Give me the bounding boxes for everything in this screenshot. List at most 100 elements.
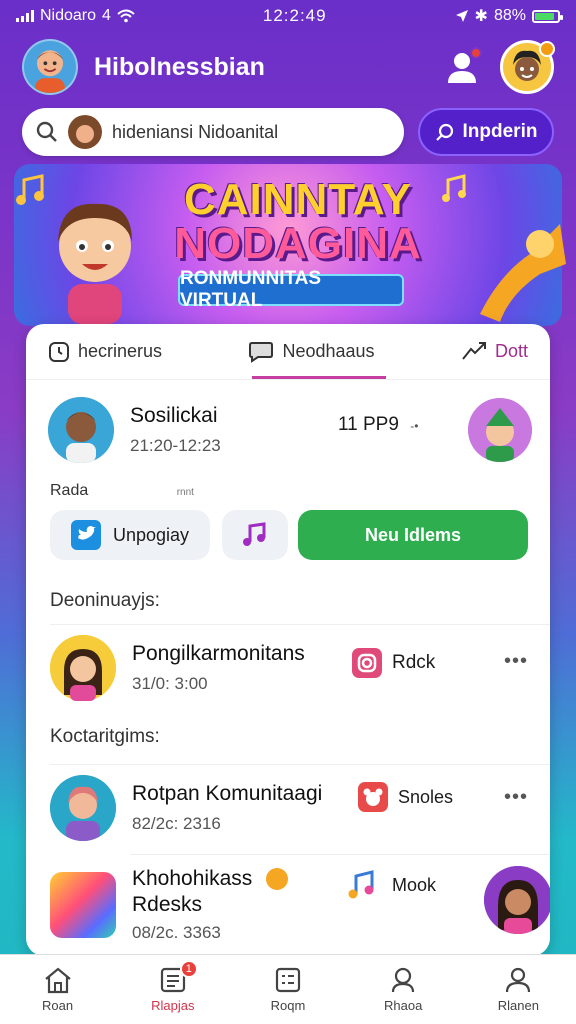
header-avatar[interactable] bbox=[22, 39, 78, 95]
status-time: 12:2:49 bbox=[262, 6, 327, 25]
active-tab-indicator bbox=[252, 376, 386, 379]
list-item[interactable]: Rotpan Komunitaagi 82/2c: 2316 Snoles ••… bbox=[26, 770, 550, 846]
list-item-tag-label: Mook bbox=[392, 874, 437, 895]
trumpet-icon bbox=[480, 224, 566, 322]
banner-character bbox=[40, 184, 150, 324]
status-bar: Nidoaro 4 12:2:49 ✱ 88% bbox=[0, 0, 576, 32]
search-icon bbox=[36, 121, 57, 142]
divider bbox=[130, 854, 550, 855]
profile-badge bbox=[539, 41, 555, 57]
event-meta-small: rnnt bbox=[176, 487, 194, 498]
battery-percent: 88% bbox=[493, 7, 526, 24]
list-item-name-line2: Rdesks bbox=[132, 893, 203, 916]
nav-label: Rhaoa bbox=[384, 998, 423, 1013]
list-item-tag: Rdck bbox=[352, 648, 435, 678]
divider bbox=[50, 764, 550, 765]
tab-bar: hecrinerus Neodhaaus Dott bbox=[26, 324, 550, 380]
share-icon bbox=[462, 341, 486, 360]
more-options-button[interactable]: ••• bbox=[504, 650, 528, 673]
bottom-nav: Roan 1 Rlapjas Roqm Rhaoa Rlanen bbox=[0, 954, 576, 1024]
tab-label: Dott bbox=[494, 341, 528, 361]
signal-icon bbox=[16, 10, 34, 22]
list-item-time: 31/0: 3:00 bbox=[132, 674, 208, 693]
notification-dot bbox=[470, 47, 482, 59]
banner-title: CAINNTAY NODAGINA bbox=[168, 178, 428, 266]
promo-banner[interactable]: CAINNTAY NODAGINA RONMUNNITAS VIRTUAL bbox=[0, 164, 576, 326]
join-event-label: Neu Idlems bbox=[364, 524, 462, 545]
nav-badge: 1 bbox=[179, 960, 198, 978]
divider bbox=[50, 624, 550, 625]
event-extra: 11 PP9 -• bbox=[338, 414, 418, 436]
join-button-label: Inpderin bbox=[462, 121, 538, 142]
list-item-name: Khohohikass bbox=[132, 867, 289, 891]
share-button[interactable]: Unpogiay bbox=[50, 510, 210, 560]
profile-avatar[interactable] bbox=[500, 40, 555, 94]
main-card: hecrinerus Neodhaaus Dott Sosilickai 21:… bbox=[26, 324, 550, 956]
event-row[interactable]: Sosilickai 21:20-12:23 11 PP9 -• bbox=[26, 392, 550, 468]
people-icon bbox=[392, 967, 415, 993]
event-name: Sosilickai bbox=[130, 404, 218, 427]
music-note-icon bbox=[348, 870, 374, 899]
bluetooth-icon: ✱ bbox=[474, 8, 488, 25]
bird-icon bbox=[70, 520, 101, 550]
location-icon bbox=[455, 10, 468, 22]
list-item-tag-label: Snoles bbox=[398, 786, 454, 807]
list-item-name-line1: Khohohikass bbox=[132, 867, 253, 890]
network-type: 4 bbox=[102, 7, 111, 24]
list-item-time: 08/2c. 3363 bbox=[132, 923, 221, 942]
tab-label: Neodhaaus bbox=[282, 341, 375, 361]
music-note-icon bbox=[243, 522, 266, 546]
nav-messages[interactable]: 1 Rlapjas bbox=[128, 960, 218, 1013]
camera-icon bbox=[352, 648, 382, 678]
event-meta: Rada rnnt bbox=[50, 482, 194, 500]
search-value: hideniansі Nidoanital bbox=[112, 121, 279, 142]
nav-people[interactable]: Rhaoa bbox=[358, 966, 448, 1013]
wifi-icon bbox=[117, 9, 135, 23]
home-icon bbox=[44, 967, 71, 994]
list-item[interactable]: Khohohikass Rdesks 08/2c. 3363 Mook bbox=[26, 860, 550, 950]
battery-icon bbox=[531, 9, 563, 23]
tab-label: hecrinerus bbox=[78, 341, 163, 361]
music-note-icon bbox=[442, 174, 466, 202]
event-time: 21:20-12:23 bbox=[130, 436, 221, 455]
event-host-avatar bbox=[468, 398, 532, 462]
nav-label: Rlapjas bbox=[151, 998, 195, 1013]
join-event-button[interactable]: Neu Idlems bbox=[298, 510, 528, 560]
list-item[interactable]: Pongilkarmonitans 31/0: 3:00 Rdck ••• bbox=[26, 630, 550, 706]
clock-icon bbox=[49, 341, 69, 362]
emoji-icon bbox=[266, 868, 289, 891]
list-item-side-avatar bbox=[484, 866, 550, 934]
list-item-avatar bbox=[50, 775, 116, 841]
join-button[interactable]: Inpderin bbox=[418, 108, 554, 156]
notifications-button[interactable] bbox=[444, 47, 482, 85]
nav-label: Roqm bbox=[270, 998, 306, 1013]
profile-icon bbox=[506, 967, 531, 993]
dog-icon bbox=[358, 782, 388, 812]
nav-profile[interactable]: Rlanen bbox=[473, 966, 563, 1013]
list-item-time: 82/2c: 2316 bbox=[132, 814, 221, 833]
app-title: Hibolnessbian bbox=[94, 52, 265, 81]
nav-label: Roan bbox=[42, 998, 74, 1013]
music-button[interactable] bbox=[222, 510, 288, 560]
event-extra-suffix: -• bbox=[410, 419, 419, 433]
carrier-name: Nidoaro bbox=[40, 7, 97, 24]
list-item-tag: Snoles bbox=[358, 782, 453, 812]
event-extra-value: 11 PP9 bbox=[338, 414, 399, 435]
event-meta-label: Rada bbox=[50, 482, 89, 499]
tab-chat[interactable]: Neodhaaus bbox=[248, 341, 375, 363]
search-row: hideniansі Nidoanital Inpderin bbox=[22, 108, 554, 156]
nav-home[interactable]: Roan bbox=[13, 966, 103, 1013]
section-contacts-title: Koctaritgims: bbox=[50, 726, 160, 747]
nav-list[interactable]: Roqm bbox=[243, 966, 333, 1013]
list-icon bbox=[275, 967, 301, 993]
tab-share[interactable]: Dott bbox=[461, 341, 528, 363]
share-button-label: Unpogiay bbox=[112, 524, 190, 545]
chat-icon bbox=[249, 341, 274, 363]
list-item-name: Rotpan Komunitaagi bbox=[132, 782, 323, 805]
search-input[interactable]: hideniansі Nidoanital bbox=[22, 108, 404, 156]
list-item-tag: Mook bbox=[346, 868, 436, 902]
more-options-button[interactable]: ••• bbox=[504, 786, 528, 809]
tab-schedule[interactable]: hecrinerus bbox=[48, 341, 162, 363]
search-icon bbox=[435, 123, 453, 141]
banner-subtitle: RONMUNNITAS VIRTUAL bbox=[178, 268, 404, 311]
